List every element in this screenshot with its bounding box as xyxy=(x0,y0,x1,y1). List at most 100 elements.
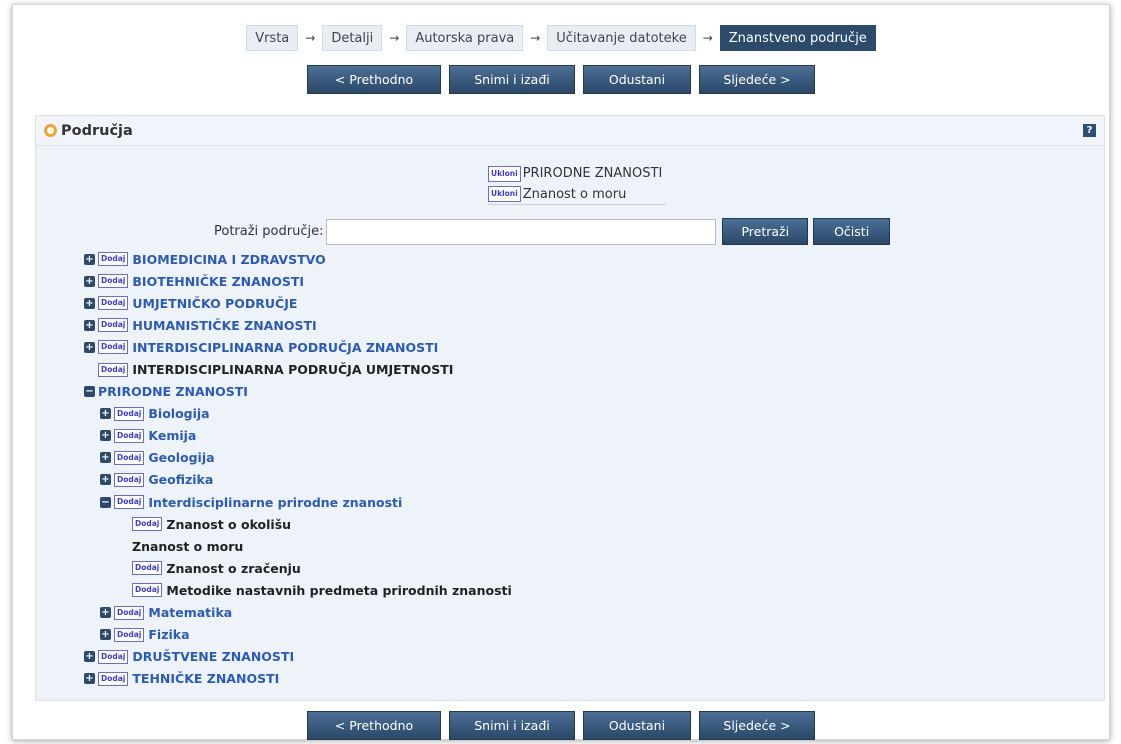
tree-node: Znanost o moru xyxy=(84,535,512,557)
help-icon[interactable]: ? xyxy=(1083,124,1096,137)
tree-node-label[interactable]: BIOMEDICINA I ZDRAVSTVO xyxy=(132,252,325,267)
next-button[interactable]: Sljedeće > xyxy=(699,65,815,94)
bottom-button-row: < Prethodno Snimi i izađi Odustani Sljed… xyxy=(13,711,1109,740)
tree-node-label[interactable]: UMJETNIČKO PODRUČJE xyxy=(132,296,297,311)
expand-icon[interactable]: + xyxy=(100,408,111,420)
selected-item-label: PRIRODNE ZNANOSTI xyxy=(522,166,663,181)
tree-node-label: INTERDISCIPLINARNA PODRUČJA UMJETNOSTI xyxy=(132,362,454,378)
tree-node: + Dodaj TEHNIČKE ZNANOSTI xyxy=(84,668,512,690)
tree-node-label[interactable]: TEHNIČKE ZNANOSTI xyxy=(132,671,279,686)
tree-node: + Dodaj BIOMEDICINA I ZDRAVSTVO xyxy=(84,248,512,270)
tree-node-label[interactable]: Geofizika xyxy=(148,472,213,487)
selected-item-label: Znanost o moru xyxy=(522,186,627,202)
arrow-icon: → xyxy=(305,31,316,45)
add-button[interactable]: Dodaj xyxy=(98,296,129,311)
collapse-icon[interactable]: − xyxy=(84,386,95,398)
tree-node: + Dodaj Matematika xyxy=(84,602,512,624)
tree-node: Dodaj Metodike nastavnih predmeta prirod… xyxy=(84,579,512,601)
tree-node: + Dodaj Fizika xyxy=(84,624,512,646)
cancel-button[interactable]: Odustani xyxy=(583,711,691,740)
tree-node-label[interactable]: Biologija xyxy=(148,406,209,421)
add-button[interactable]: Dodaj xyxy=(132,561,163,576)
expand-icon[interactable]: + xyxy=(84,253,95,265)
cancel-button[interactable]: Odustani xyxy=(583,65,691,94)
tree-node-label[interactable]: Geologija xyxy=(148,450,214,465)
tree-node-label[interactable]: PRIRODNE ZNANOSTI xyxy=(98,384,248,399)
add-button[interactable]: Dodaj xyxy=(98,340,129,355)
tree-node: + Dodaj Geologija xyxy=(84,447,512,469)
step-znanstveno-podrucje[interactable]: Znanstveno područje xyxy=(719,25,876,51)
add-button[interactable]: Dodaj xyxy=(114,406,145,421)
expand-icon[interactable]: + xyxy=(84,673,95,685)
search-row: Potraži područje: Pretraži Očisti xyxy=(214,218,891,245)
add-button[interactable]: Dodaj xyxy=(98,318,129,333)
add-button[interactable]: Dodaj xyxy=(98,274,129,289)
add-button[interactable]: Dodaj xyxy=(114,605,145,620)
expand-icon[interactable]: + xyxy=(100,607,111,619)
add-button[interactable]: Dodaj xyxy=(114,450,145,465)
tree-node-label: Znanost o zračenju xyxy=(166,560,301,576)
add-button[interactable]: Dodaj xyxy=(98,649,129,664)
remove-button[interactable]: Ukloni xyxy=(488,186,521,202)
next-button[interactable]: Sljedeće > xyxy=(699,711,815,740)
expand-icon[interactable]: + xyxy=(100,474,111,486)
expand-icon[interactable]: + xyxy=(84,651,95,663)
tree-node: Dodaj Znanost o zračenju xyxy=(84,557,512,579)
step-autorska-prava[interactable]: Autorska prava xyxy=(406,25,524,51)
add-button[interactable]: Dodaj xyxy=(98,671,129,686)
search-input[interactable] xyxy=(326,218,717,245)
add-button[interactable]: Dodaj xyxy=(114,495,145,510)
tree-node: − Dodaj Interdisciplinarne prirodne znan… xyxy=(84,491,512,513)
expand-icon[interactable]: + xyxy=(84,297,95,309)
selected-item: Ukloni Znanost o moru xyxy=(488,184,667,205)
expand-icon[interactable]: + xyxy=(84,341,95,353)
page-frame: Vrsta → Detalji → Autorska prava → Učita… xyxy=(12,4,1110,740)
add-button[interactable]: Dodaj xyxy=(132,583,163,598)
selected-areas: Ukloni PRIRODNE ZNANOSTI Ukloni Znanost … xyxy=(488,163,667,205)
step-vrsta[interactable]: Vrsta xyxy=(246,25,299,51)
areas-panel: Područja ? Ukloni PRIRODNE ZNANOSTI Uklo… xyxy=(35,115,1105,701)
arrow-icon: → xyxy=(702,31,713,45)
panel-title: Područja xyxy=(61,122,133,139)
step-detalji[interactable]: Detalji xyxy=(322,25,383,51)
tree-node-label: Znanost o moru xyxy=(132,538,244,554)
prev-button[interactable]: < Prethodno xyxy=(307,65,441,94)
add-button[interactable]: Dodaj xyxy=(132,517,163,532)
tree-node-label[interactable]: Matematika xyxy=(148,605,232,620)
tree-node: + Dodaj BIOTEHNIČKE ZNANOSTI xyxy=(84,270,512,292)
tree-node-label[interactable]: HUMANISTIČKE ZNANOSTI xyxy=(132,318,316,333)
search-label: Potraži područje: xyxy=(214,224,324,239)
prev-button[interactable]: < Prethodno xyxy=(307,711,441,740)
add-button[interactable]: Dodaj xyxy=(98,252,129,267)
tree-node-label[interactable]: Interdisciplinarne prirodne znanosti xyxy=(148,495,402,510)
panel-bullet-icon xyxy=(44,124,57,137)
expand-icon[interactable]: + xyxy=(100,452,111,464)
tree-node: + Dodaj HUMANISTIČKE ZNANOSTI xyxy=(84,314,512,336)
save-exit-button[interactable]: Snimi i izađi xyxy=(449,65,575,94)
tree-node-label[interactable]: BIOTEHNIČKE ZNANOSTI xyxy=(132,274,304,289)
area-tree: + Dodaj BIOMEDICINA I ZDRAVSTVO + Dodaj … xyxy=(84,248,512,690)
remove-button[interactable]: Ukloni xyxy=(488,165,521,182)
clear-button[interactable]: Očisti xyxy=(813,218,891,245)
expand-icon[interactable]: + xyxy=(84,275,95,287)
expand-icon[interactable]: + xyxy=(84,319,95,331)
arrow-icon: → xyxy=(389,31,400,45)
add-button[interactable]: Dodaj xyxy=(114,428,145,443)
tree-node-label[interactable]: Fizika xyxy=(148,627,189,642)
top-button-row: < Prethodno Snimi i izađi Odustani Sljed… xyxy=(13,65,1109,94)
search-button[interactable]: Pretraži xyxy=(722,218,809,245)
collapse-icon[interactable]: − xyxy=(100,496,111,508)
save-exit-button[interactable]: Snimi i izađi xyxy=(449,711,575,740)
add-button[interactable]: Dodaj xyxy=(114,472,145,487)
tree-node: + Dodaj INTERDISCIPLINARNA PODRUČJA ZNAN… xyxy=(84,336,512,358)
tree-node-label: Znanost o okolišu xyxy=(166,516,292,532)
add-button[interactable]: Dodaj xyxy=(98,362,129,377)
selected-item: Ukloni PRIRODNE ZNANOSTI xyxy=(488,163,666,184)
tree-node-label[interactable]: Kemija xyxy=(148,428,196,443)
tree-node-label[interactable]: INTERDISCIPLINARNA PODRUČJA ZNANOSTI xyxy=(132,340,438,355)
add-button[interactable]: Dodaj xyxy=(114,627,145,642)
expand-icon[interactable]: + xyxy=(100,629,111,641)
expand-icon[interactable]: + xyxy=(100,430,111,442)
tree-node-label[interactable]: DRUŠTVENE ZNANOSTI xyxy=(132,649,294,664)
step-ucitavanje-datoteke[interactable]: Učitavanje datoteke xyxy=(547,25,696,51)
